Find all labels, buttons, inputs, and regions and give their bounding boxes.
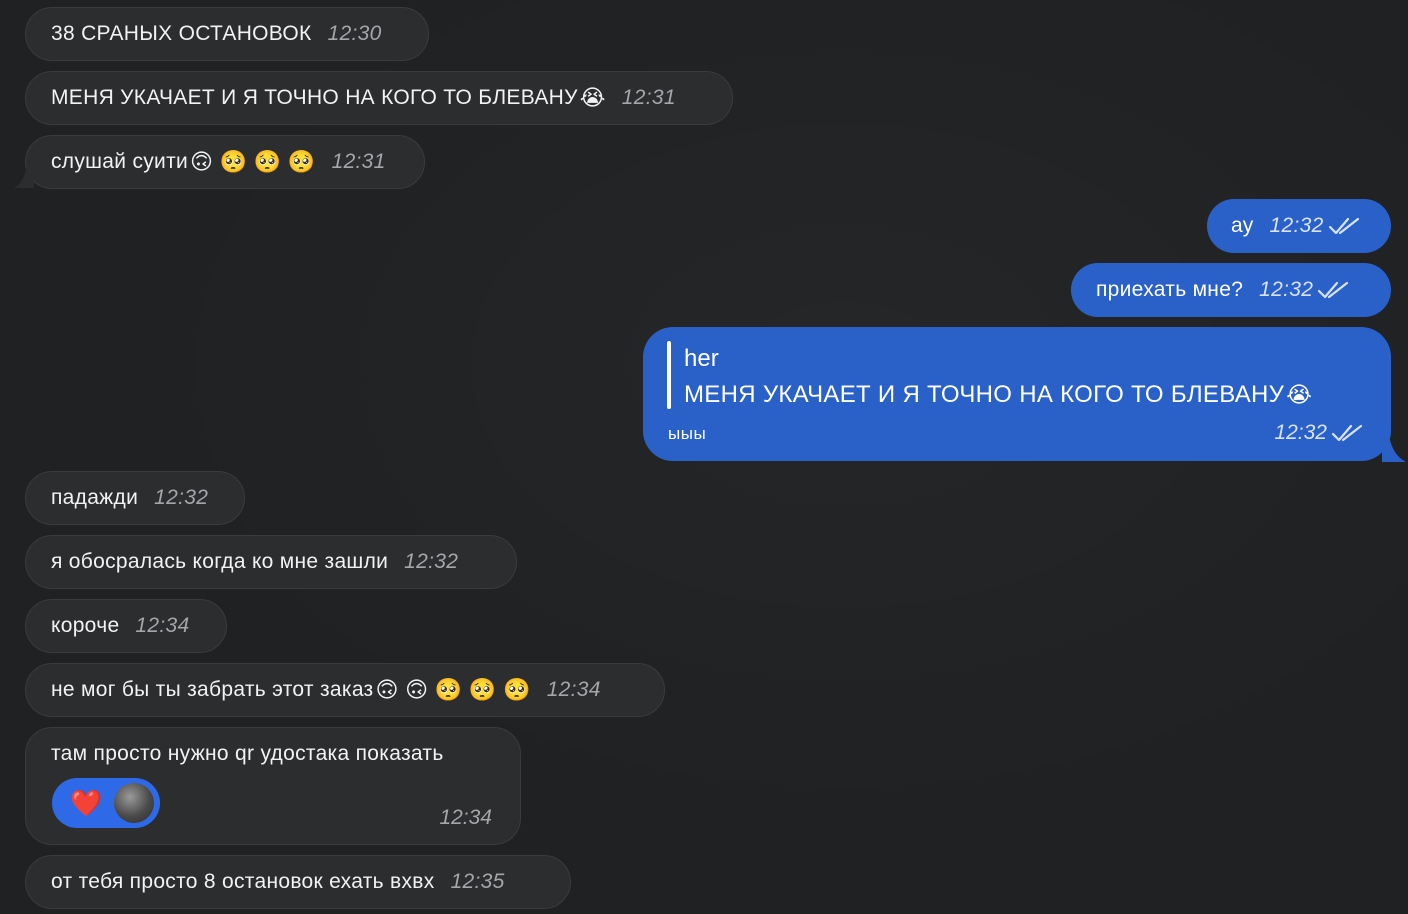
message-incoming[interactable]: от тебя просто 8 остановок ехать вхвх 12… bbox=[25, 855, 571, 909]
message-time: 12:34 bbox=[439, 806, 492, 829]
message-text: не мог бы ты забрать этот заказ bbox=[51, 678, 374, 701]
message-text: я обосралась когда ко мне зашли bbox=[51, 550, 389, 573]
message-time: 12:30 bbox=[327, 22, 382, 45]
message-incoming[interactable]: падажди 12:32 bbox=[25, 471, 245, 525]
message-outgoing[interactable]: ау 12:32 bbox=[1207, 199, 1391, 253]
message-text: слушай суити bbox=[51, 150, 189, 173]
message-meta: 12:32 bbox=[1274, 421, 1363, 445]
double-check-icon bbox=[1328, 216, 1360, 236]
message-incoming[interactable]: слушай суити 🙃 🥺 🥺 🥺 12:31 bbox=[25, 135, 425, 189]
message-text: 38 СРАНЫХ ОСТАНОВОК bbox=[51, 22, 312, 45]
bubble-tail-icon bbox=[14, 168, 34, 188]
message-incoming[interactable]: 38 СРАНЫХ ОСТАНОВОК 12:30 bbox=[25, 7, 429, 61]
crying-emoji-icon: 😭 bbox=[579, 85, 606, 110]
bubble-tail-icon bbox=[1382, 440, 1406, 462]
message-time: 12:32 bbox=[154, 486, 209, 509]
message-time: 12:34 bbox=[135, 614, 190, 637]
heart-icon: ❤️ bbox=[70, 788, 103, 818]
quote-author[interactable]: her bbox=[684, 345, 719, 373]
quote-text-content: МЕНЯ УКАЧАЕТ И Я ТОЧНО НА КОГО ТО БЛЕВАН… bbox=[684, 381, 1285, 408]
message-text: там просто нужно qr удостака показать bbox=[51, 742, 444, 765]
avatar bbox=[114, 783, 155, 823]
emoji-group-icon: 🙃 🙃 🥺 🥺 🥺 bbox=[375, 677, 531, 702]
message-time: 12:34 bbox=[546, 678, 601, 701]
double-check-icon bbox=[1317, 280, 1349, 300]
message-incoming[interactable]: короче 12:34 bbox=[25, 599, 227, 653]
reply-message-outgoing[interactable]: her МЕНЯ УКАЧАЕТ И Я ТОЧНО НА КОГО ТО БЛ… bbox=[643, 327, 1391, 461]
message-time: 12:32 bbox=[1274, 421, 1327, 444]
message-text: от тебя просто 8 остановок ехать вхвх bbox=[51, 870, 435, 893]
message-time: 12:32 bbox=[1269, 214, 1324, 237]
message-text: короче bbox=[51, 614, 120, 637]
message-incoming[interactable]: не мог бы ты забрать этот заказ 🙃 🙃 🥺 🥺 … bbox=[25, 663, 665, 717]
message-incoming[interactable]: МЕНЯ УКАЧАЕТ И Я ТОЧНО НА КОГО ТО БЛЕВАН… bbox=[25, 71, 733, 125]
message-time: 12:31 bbox=[621, 86, 676, 109]
quote-bar bbox=[667, 341, 671, 409]
message-text: ау bbox=[1231, 214, 1254, 237]
message-incoming-with-reaction[interactable]: там просто нужно qr удостака показать ❤️… bbox=[25, 727, 521, 845]
crying-emoji-icon: 😭 bbox=[1286, 382, 1313, 407]
message-time: 12:32 bbox=[404, 550, 459, 573]
message-outgoing[interactable]: приехать мне? 12:32 bbox=[1071, 263, 1391, 317]
emoji-group-icon: 🙃 🥺 🥺 🥺 bbox=[190, 149, 316, 174]
message-time: 12:32 bbox=[1259, 278, 1314, 301]
message-text: ыыы bbox=[668, 424, 707, 443]
quote-text[interactable]: МЕНЯ УКАЧАЕТ И Я ТОЧНО НА КОГО ТО БЛЕВАН… bbox=[684, 381, 1312, 409]
message-text: падажди bbox=[51, 486, 139, 509]
message-text: МЕНЯ УКАЧАЕТ И Я ТОЧНО НА КОГО ТО БЛЕВАН… bbox=[51, 86, 578, 109]
double-check-icon bbox=[1331, 423, 1363, 443]
message-time: 12:35 bbox=[450, 870, 505, 893]
reaction-pill[interactable]: ❤️ bbox=[52, 778, 160, 828]
message-incoming[interactable]: я обосралась когда ко мне зашли 12:32 bbox=[25, 535, 517, 589]
chat-area: 38 СРАНЫХ ОСТАНОВОК 12:30 МЕНЯ УКАЧАЕТ И… bbox=[0, 0, 1408, 914]
message-text: приехать мне? bbox=[1096, 278, 1244, 301]
message-time: 12:31 bbox=[331, 150, 386, 173]
